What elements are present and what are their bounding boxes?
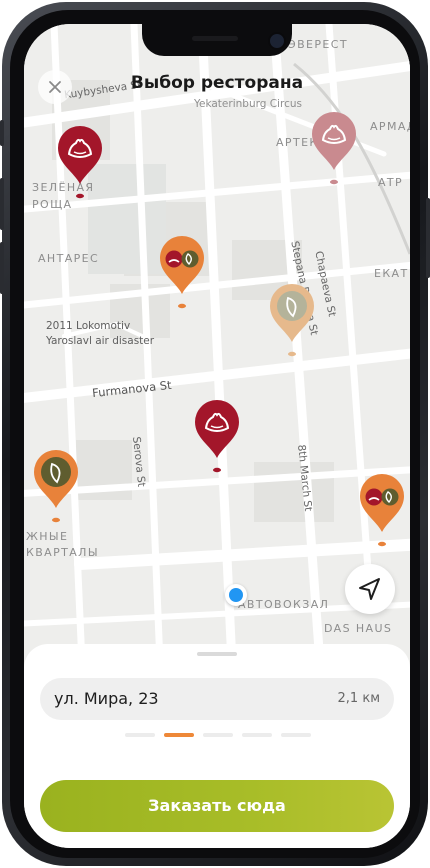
- combo-pin-icon: [360, 474, 404, 547]
- pager-dot[interactable]: [125, 733, 155, 737]
- map-label-memorial-2: Yaroslavl air disaster: [46, 335, 155, 347]
- restaurant-distance: 2,1 км: [337, 691, 380, 706]
- restaurant-pin-olive-faded[interactable]: [268, 282, 316, 360]
- map-view[interactable]: ЭВЕРЕСТ Kuybysheva St Yekaterinburg Circ…: [24, 24, 410, 664]
- map-label-avtovokzal: АВТОВОКЗАЛ: [238, 598, 330, 611]
- mute-switch: [0, 120, 4, 146]
- order-here-button[interactable]: Заказать сюда: [40, 780, 394, 832]
- combo-pin-icon: [160, 236, 204, 309]
- order-here-label: Заказать сюда: [148, 796, 286, 815]
- page-title: Выбор ресторана: [130, 73, 304, 93]
- phone-notch: [142, 24, 292, 56]
- phone-frame: ЭВЕРЕСТ Kuybysheva St Yekaterinburg Circ…: [0, 2, 430, 866]
- restaurant-address-card[interactable]: ул. Мира, 23 2,1 км: [40, 678, 394, 720]
- locate-me-button[interactable]: [345, 564, 395, 614]
- restaurant-pin-combo-right[interactable]: [358, 472, 406, 550]
- user-location-dot: [225, 584, 247, 606]
- bottom-sheet: ул. Мира, 23 2,1 км Заказать сюда: [24, 644, 410, 848]
- pager-dot[interactable]: [242, 733, 272, 737]
- restaurant-pin-dumpling-faded[interactable]: [310, 110, 358, 188]
- map-label-atr: АТР: [378, 176, 404, 189]
- dumpling-pin-icon: [58, 126, 102, 199]
- map-label-das-haus: DAS HAUS: [324, 622, 393, 635]
- restaurant-pin-dumpling-center[interactable]: [193, 398, 241, 476]
- dumpling-pin-icon: [195, 400, 239, 473]
- restaurant-address: ул. Мира, 23: [54, 689, 159, 708]
- olive-pin-icon: [34, 450, 78, 523]
- map-label-circus: Yekaterinburg Circus: [194, 98, 302, 110]
- front-camera: [268, 32, 286, 50]
- map-label-everest: ЭВЕРЕСТ: [288, 38, 348, 51]
- sheet-drag-handle[interactable]: [197, 652, 237, 656]
- restaurant-pin-olive[interactable]: [32, 448, 80, 526]
- navigation-arrow-icon: [359, 578, 380, 600]
- volume-down-button: [0, 242, 4, 294]
- map-label-kvartaly-2: КВАРТАЛЫ: [26, 546, 99, 559]
- map-label-ekat: ЕКАТ: [374, 267, 409, 280]
- map-label-antares: АНТАРЕС: [38, 252, 100, 265]
- map-label-kvartaly-1: ЖНЫЕ: [26, 530, 69, 543]
- earpiece: [192, 36, 238, 41]
- restaurant-pin-combo[interactable]: [158, 234, 206, 312]
- map-label-armada: АРМАДА: [370, 120, 410, 133]
- restaurant-pin-dumpling[interactable]: [56, 124, 104, 202]
- pager-dot[interactable]: [203, 733, 233, 737]
- pager-dot-active[interactable]: [164, 733, 194, 737]
- map-label-memorial-1: 2011 Lokomotiv: [46, 320, 131, 332]
- dumpling-pin-icon: [312, 112, 356, 185]
- power-button: [426, 198, 430, 278]
- olive-pin-icon: [270, 284, 314, 357]
- pager-dot[interactable]: [281, 733, 311, 737]
- app-screen: ЭВЕРЕСТ Kuybysheva St Yekaterinburg Circ…: [24, 24, 410, 848]
- volume-up-button: [0, 178, 4, 230]
